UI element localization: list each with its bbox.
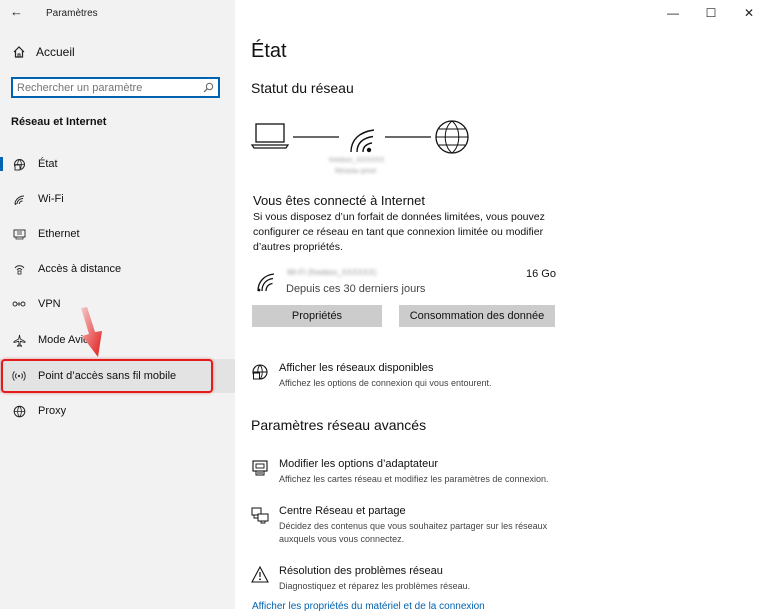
- adapter-desc: Affichez les cartes réseau et modifiez l…: [279, 474, 549, 484]
- sidebar: ← Paramètres Accueil Réseau et Internet …: [0, 0, 235, 609]
- adapter-options-link[interactable]: Modifier les options d’adaptateur Affich…: [251, 458, 548, 486]
- highlight-box: [1, 359, 213, 393]
- sidebar-item-acces-distance[interactable]: Accès à distance: [0, 253, 235, 285]
- sidebar-item-etat[interactable]: État: [0, 148, 235, 180]
- hardware-properties-link[interactable]: Afficher les propriétés du matériel et d…: [252, 601, 485, 612]
- globe-status-icon: [11, 158, 27, 171]
- show-networks-link[interactable]: Afficher les réseaux disponibles Affiche…: [251, 362, 491, 390]
- laptop-icon: [251, 123, 290, 149]
- advanced-title: Paramètres réseau avancés: [251, 417, 427, 433]
- globe-icon: [11, 405, 27, 418]
- wifi-signal-icon: [350, 129, 375, 153]
- sharing-desc: Décidez des contenus que vous souhaitez …: [279, 521, 548, 544]
- network-name: freebox_XXXXXX: [329, 157, 385, 164]
- home-link[interactable]: Accueil: [12, 45, 75, 59]
- connected-desc: Si vous disposez d’un forfait de données…: [253, 211, 545, 253]
- search-icon[interactable]: [203, 82, 214, 93]
- sidebar-item-label: VPN: [38, 298, 61, 310]
- back-arrow-icon[interactable]: ←: [10, 4, 23, 19]
- wifi-icon: [11, 194, 27, 205]
- sidebar-item-ethernet[interactable]: Ethernet: [0, 218, 235, 250]
- troubleshoot-title: Résolution des problèmes réseau: [279, 565, 443, 577]
- ethernet-icon: [11, 229, 27, 240]
- window-controls: — ☐ ✕: [654, 0, 768, 26]
- network-type: Réseau privé: [335, 168, 377, 175]
- warning-icon: [251, 565, 273, 593]
- sidebar-item-label: Wi-Fi: [38, 193, 64, 205]
- network-status-title: Statut du réseau: [251, 80, 354, 96]
- network-sharing-icon: [251, 505, 273, 546]
- airplane-icon: [11, 334, 27, 347]
- home-icon: [13, 46, 25, 58]
- wifi-usage-icon: [257, 273, 275, 292]
- adapter-title: Modifier les options d’adaptateur: [279, 458, 438, 470]
- network-diagram: [251, 120, 469, 154]
- app-title: Paramètres: [46, 8, 98, 19]
- main-pane: — ☐ ✕ État Statut du réseau freebox_XXXX…: [235, 0, 768, 612]
- usage-period: Depuis ces 30 derniers jours: [286, 283, 426, 295]
- sidebar-item-label: État: [38, 158, 58, 170]
- sidebar-item-label: Proxy: [38, 405, 67, 417]
- sidebar-item-proxy[interactable]: Proxy: [0, 395, 235, 427]
- sidebar-item-wifi[interactable]: Wi-Fi: [0, 183, 235, 215]
- troubleshoot-desc: Diagnostiquez et réparez les problèmes r…: [279, 581, 471, 591]
- vpn-icon: [11, 299, 27, 309]
- annotation-arrow-icon: [81, 307, 102, 357]
- minimize-button[interactable]: —: [654, 0, 692, 26]
- home-label: Accueil: [36, 45, 75, 59]
- connected-title: Vous êtes connecté à Internet: [253, 193, 426, 208]
- maximize-button[interactable]: ☐: [692, 0, 730, 26]
- sharing-title: Centre Réseau et partage: [279, 505, 406, 517]
- sidebar-item-mode-avion[interactable]: Mode Avion: [0, 324, 235, 356]
- search-box[interactable]: [11, 77, 220, 98]
- adapter-icon: [251, 458, 273, 486]
- usage-amount: 16 Go: [526, 268, 556, 280]
- show-networks-title: Afficher les réseaux disponibles: [279, 362, 434, 374]
- properties-button[interactable]: Propriétés: [252, 305, 382, 327]
- close-button[interactable]: ✕: [730, 0, 768, 26]
- troubleshoot-link[interactable]: Résolution des problèmes réseau Diagnost…: [251, 565, 470, 593]
- page-title: État: [251, 40, 287, 62]
- internet-globe-icon: [435, 120, 469, 154]
- network-sharing-link[interactable]: Centre Réseau et partage Décidez des con…: [251, 505, 569, 546]
- search-input[interactable]: [17, 80, 202, 95]
- sidebar-item-label: Accès à distance: [38, 263, 122, 275]
- data-usage-button[interactable]: Consommation des donnée: [399, 305, 555, 327]
- sidebar-item-vpn[interactable]: VPN: [0, 288, 235, 320]
- dialup-icon: [11, 263, 27, 275]
- network-globe-icon: [251, 362, 273, 390]
- sidebar-item-label: Ethernet: [38, 228, 80, 240]
- show-networks-desc: Affichez les options de connexion qui vo…: [279, 378, 492, 388]
- section-title: Réseau et Internet: [11, 116, 107, 128]
- wifi-name: Wi-Fi (freebox_XXXXXX): [287, 268, 377, 277]
